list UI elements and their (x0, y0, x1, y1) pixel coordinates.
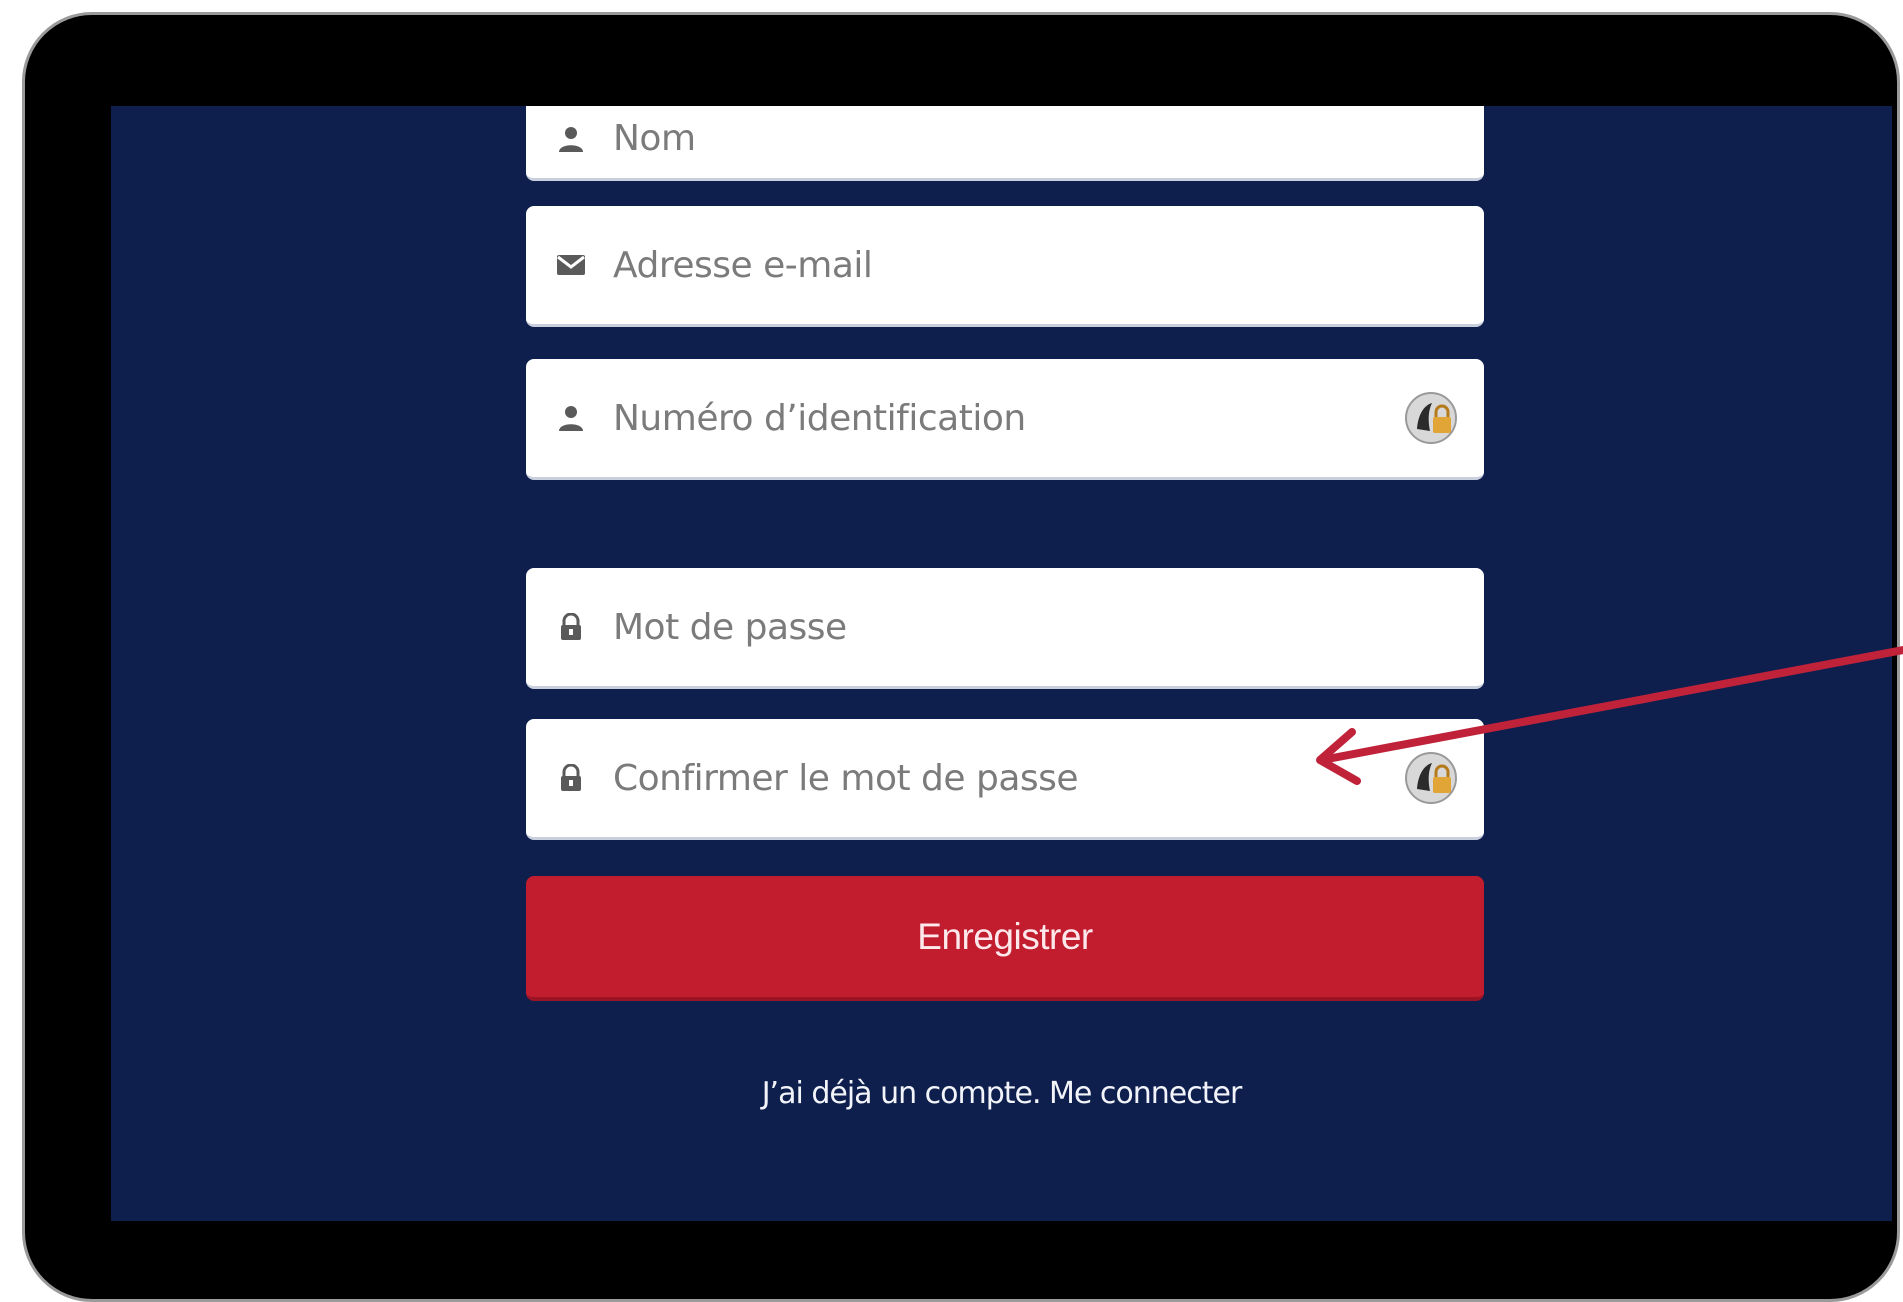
user-icon (556, 403, 586, 433)
confirm-password-field[interactable]: Confirmer le mot de passe (526, 719, 1484, 840)
email-field[interactable]: Adresse e-mail (526, 206, 1484, 327)
lock-icon (556, 763, 586, 793)
password-placeholder: Mot de passe (613, 606, 847, 648)
password-manager-icon[interactable] (1404, 391, 1458, 445)
password-manager-icon[interactable] (1404, 751, 1458, 805)
id-number-placeholder: Numéro d’identification (613, 397, 1026, 439)
name-field[interactable]: Nom (526, 106, 1484, 181)
email-placeholder: Adresse e-mail (613, 244, 873, 286)
login-link[interactable]: J’ai déjà un compte. Me connecter (111, 1076, 1892, 1111)
name-placeholder: Nom (613, 118, 696, 159)
lock-icon (556, 612, 586, 642)
register-button-label: Enregistrer (917, 915, 1093, 957)
user-icon (556, 124, 586, 154)
confirm-password-placeholder: Confirmer le mot de passe (613, 757, 1079, 799)
envelope-icon (556, 250, 586, 280)
id-number-field[interactable]: Numéro d’identification (526, 359, 1484, 480)
device-frame: Nom Adresse e-mail Numéro d’identificati… (22, 12, 1900, 1302)
registration-screen: Nom Adresse e-mail Numéro d’identificati… (111, 106, 1892, 1221)
password-field[interactable]: Mot de passe (526, 568, 1484, 689)
register-button[interactable]: Enregistrer (526, 876, 1484, 1001)
